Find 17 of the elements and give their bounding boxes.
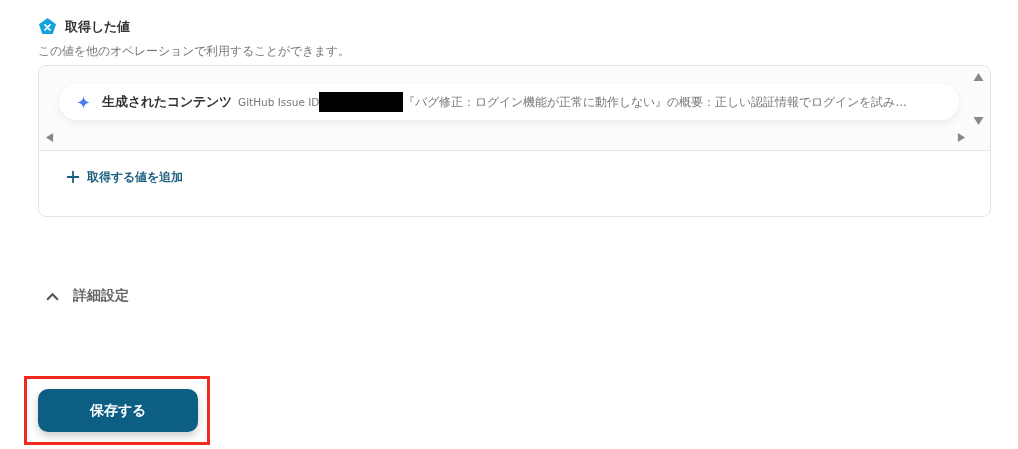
chevron-up-icon (46, 291, 59, 301)
section-title: 取得した値 (65, 17, 130, 36)
details-toggle[interactable]: 詳細設定 (46, 287, 129, 305)
value-label: 生成されたコンテンツ (102, 93, 232, 111)
add-value-link[interactable]: 取得する値を追加 (67, 168, 183, 186)
value-chip[interactable]: 生成されたコンテンツ GitHub Issue ID 『バグ修正：ログイン機能が正常に動作しない』の概要：正しい認証情報でログインを試み... (59, 84, 959, 120)
sparkle-icon (77, 95, 90, 109)
section-description: この値を他のオペレーションで利用することができます。 (38, 43, 351, 60)
value-preview: 『バグ修正：ログイン機能が正常に動作しない』の概要：正しい認証情報でログインを試み... (403, 93, 908, 111)
scroll-up-icon[interactable] (972, 72, 984, 82)
save-button[interactable]: 保存する (38, 389, 198, 432)
variable-icon (38, 17, 57, 36)
plus-icon (67, 171, 79, 183)
value-preview: GitHub Issue ID (238, 96, 320, 108)
scroll-left-icon[interactable] (45, 132, 54, 143)
scroll-down-icon[interactable] (972, 116, 984, 126)
scroll-right-icon[interactable] (957, 132, 966, 143)
